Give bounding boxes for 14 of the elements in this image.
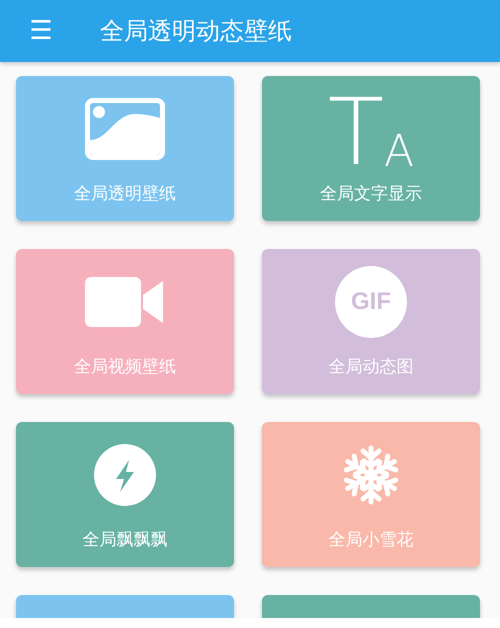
snowflake-icon	[343, 444, 399, 506]
video-camera-icon	[85, 277, 165, 327]
feature-tile[interactable]: 全局飘飘飘	[16, 422, 234, 567]
feature-tile[interactable]: 全局小雪花	[262, 422, 480, 567]
menu-button[interactable]: ☰	[26, 18, 56, 44]
feature-tile[interactable]: 全局视频壁纸	[16, 249, 234, 394]
feature-tile[interactable]: TA 全局文字显示	[262, 76, 480, 221]
app-title: 全局透明动态壁纸	[100, 16, 292, 47]
text-icon: TA	[328, 92, 414, 174]
gif-icon: GIF	[335, 266, 407, 338]
lightning-icon	[94, 444, 156, 506]
feature-tile[interactable]: GIF 全局动态图	[262, 249, 480, 394]
image-icon	[83, 96, 167, 162]
feature-tile[interactable]: 全局透明壁纸	[16, 76, 234, 221]
